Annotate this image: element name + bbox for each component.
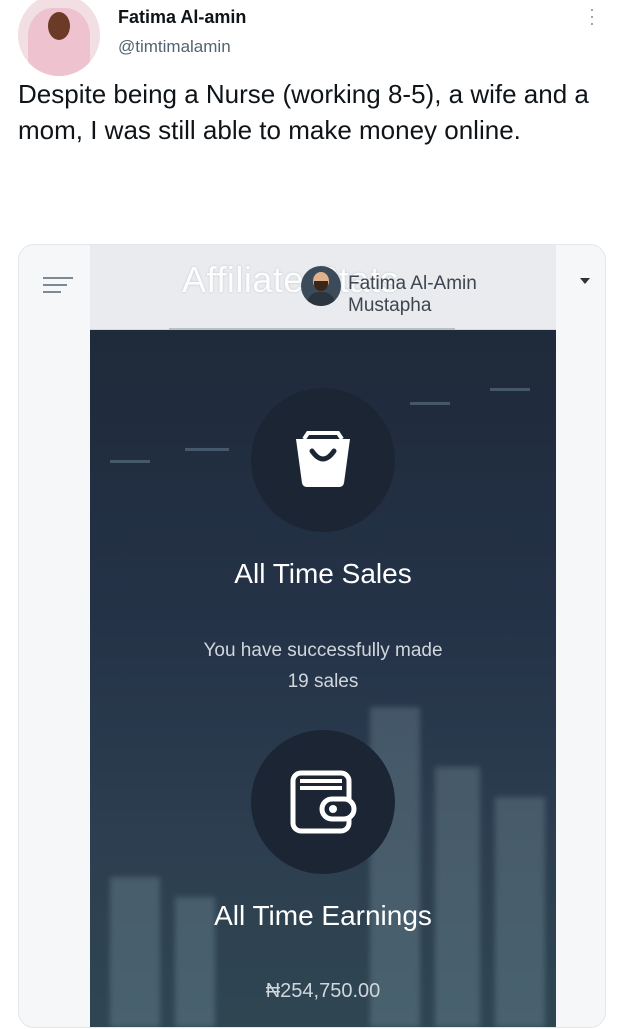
stats-panel: All Time Sales You have successfully mad… bbox=[90, 330, 556, 1027]
caret-down-icon[interactable] bbox=[580, 278, 590, 284]
author-name[interactable]: Fatima Al-amin bbox=[118, 7, 246, 28]
sales-description: You have successfully made bbox=[203, 640, 443, 661]
earnings-amount: ₦254,750.00 bbox=[265, 980, 381, 1002]
tweet-avatar[interactable] bbox=[18, 0, 100, 76]
user-avatar[interactable] bbox=[301, 266, 341, 306]
tweet-media-image[interactable]: Affiliate Stats Fatima Al-Amin Mustapha … bbox=[18, 244, 606, 1028]
more-options-icon[interactable]: · · · bbox=[587, 0, 597, 32]
app-header: Affiliate Stats Fatima Al-Amin Mustapha bbox=[90, 245, 556, 330]
earnings-icon-circle bbox=[251, 730, 395, 874]
shopping-bag-icon bbox=[296, 431, 350, 487]
chart-background-line bbox=[410, 402, 450, 405]
author-handle[interactable]: @timtimalamin bbox=[118, 37, 231, 57]
menu-icon[interactable] bbox=[43, 277, 73, 295]
tweet-text: Despite being a Nurse (working 8-5), a w… bbox=[18, 79, 589, 145]
sales-count: 19 sales bbox=[287, 671, 359, 692]
wallet-icon bbox=[290, 770, 357, 834]
earnings-title: All Time Earnings bbox=[214, 900, 432, 931]
sales-icon-circle bbox=[251, 388, 395, 532]
sales-title: All Time Sales bbox=[234, 558, 412, 589]
chart-background-line bbox=[490, 388, 530, 391]
user-name[interactable]: Fatima Al-Amin Mustapha bbox=[348, 273, 556, 317]
chart-background-line bbox=[185, 448, 229, 451]
chart-background-line bbox=[110, 460, 150, 463]
